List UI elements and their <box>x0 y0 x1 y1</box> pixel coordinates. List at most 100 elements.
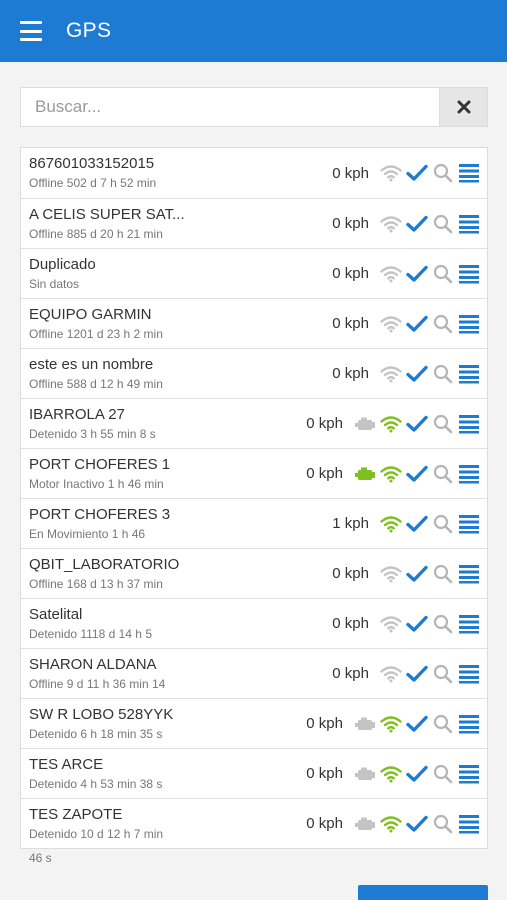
check-icon[interactable] <box>405 513 429 535</box>
details-list-icon[interactable] <box>457 763 481 785</box>
device-row[interactable]: PORT CHOFERES 1 Motor Inactivo 1 h 46 min… <box>21 448 487 498</box>
search-icon[interactable] <box>431 463 455 485</box>
device-info: IBARROLA 27 Detenido 3 h 55 min 8 s <box>29 406 306 442</box>
check-icon[interactable] <box>405 463 429 485</box>
device-name: TES ARCE <box>29 755 104 773</box>
signal-icon <box>379 713 403 735</box>
device-row[interactable]: QBIT_LABORATORIO Offline 168 d 13 h 37 mi… <box>21 548 487 598</box>
search-icon[interactable] <box>431 763 455 785</box>
search-icon[interactable] <box>431 162 455 184</box>
device-speed: 0 kph <box>332 265 369 282</box>
device-speed: 0 kph <box>332 365 369 382</box>
device-name: PORT CHOFERES 1 <box>29 455 171 473</box>
details-list-icon[interactable] <box>457 563 481 585</box>
details-list-icon[interactable] <box>457 513 481 535</box>
device-info: PORT CHOFERES 1 Motor Inactivo 1 h 46 min <box>29 456 306 492</box>
device-name: este es un nombre <box>29 355 154 373</box>
details-list-icon[interactable] <box>457 263 481 285</box>
device-info: este es un nombre Offline 588 d 12 h 49 m… <box>29 356 332 392</box>
details-list-icon[interactable] <box>457 313 481 335</box>
device-row[interactable]: EQUIPO GARMIN Offline 1201 d 23 h 2 min 0 … <box>21 298 487 348</box>
search-icon[interactable] <box>431 363 455 385</box>
details-list-icon[interactable] <box>457 813 481 835</box>
check-icon[interactable] <box>405 613 429 635</box>
device-status: Offline 502 d 7 h 52 min <box>29 176 157 190</box>
search-icon[interactable] <box>431 213 455 235</box>
device-actions: 0 kph <box>332 549 487 598</box>
check-icon[interactable] <box>405 563 429 585</box>
device-status: Detenido 6 h 18 min 35 s <box>29 726 163 741</box>
device-row[interactable]: 867601033152015 Offline 502 d 7 h 52 min 0… <box>21 148 487 198</box>
device-row[interactable]: este es un nombre Offline 588 d 12 h 49 m… <box>21 348 487 398</box>
details-list-icon[interactable] <box>457 413 481 435</box>
check-icon[interactable] <box>405 263 429 285</box>
signal-icon <box>379 463 403 485</box>
clear-search-button[interactable] <box>439 88 487 126</box>
device-row[interactable]: 46 s TES ZAPOTE Detenido 10 d 12 h 7 min 0 … <box>21 798 487 865</box>
device-actions: 0 kph <box>306 799 487 848</box>
signal-icon <box>379 763 403 785</box>
device-speed: 0 kph <box>306 765 343 782</box>
add-device-button[interactable] <box>358 885 488 900</box>
device-status-continued: 46 s <box>29 851 52 865</box>
check-icon[interactable] <box>405 813 429 835</box>
device-row[interactable]: Duplicado Sin datos 0 kph <box>21 248 487 298</box>
device-status: Detenido 10 d 12 h 7 min <box>29 826 164 841</box>
device-speed: 0 kph <box>332 615 369 632</box>
device-actions: 0 kph <box>332 249 487 298</box>
search-icon[interactable] <box>431 263 455 285</box>
signal-icon <box>379 513 403 535</box>
device-row[interactable]: A CELIS SUPER SAT... Offline 885 d 20 h 2… <box>21 198 487 248</box>
device-status: Detenido 1118 d 14 h 5 <box>29 626 152 641</box>
device-info: QBIT_LABORATORIO Offline 168 d 13 h 37 mi… <box>29 556 332 592</box>
device-speed: 0 kph <box>306 815 343 832</box>
engine-icon <box>353 463 377 485</box>
device-status: Offline 9 d 11 h 36 min 14 <box>29 676 166 691</box>
check-icon[interactable] <box>405 213 429 235</box>
device-speed: 0 kph <box>332 565 369 582</box>
engine-icon <box>353 813 377 835</box>
search-icon[interactable] <box>431 663 455 685</box>
signal-icon <box>379 263 403 285</box>
device-info: A CELIS SUPER SAT... Offline 885 d 20 h 2… <box>29 206 332 242</box>
device-row[interactable]: SHARON ALDANA Offline 9 d 11 h 36 min 14 0… <box>21 648 487 698</box>
device-speed: 0 kph <box>306 715 343 732</box>
details-list-icon[interactable] <box>457 213 481 235</box>
details-list-icon[interactable] <box>457 613 481 635</box>
check-icon[interactable] <box>405 713 429 735</box>
search-icon[interactable] <box>431 513 455 535</box>
check-icon[interactable] <box>405 313 429 335</box>
check-icon[interactable] <box>405 413 429 435</box>
details-list-icon[interactable] <box>457 713 481 735</box>
device-info: Satelital Detenido 1118 d 14 h 5 <box>29 606 332 642</box>
check-icon[interactable] <box>405 363 429 385</box>
details-list-icon[interactable] <box>457 363 481 385</box>
details-list-icon[interactable] <box>457 162 481 184</box>
check-icon[interactable] <box>405 162 429 184</box>
device-row[interactable]: IBARROLA 27 Detenido 3 h 55 min 8 s 0 kph <box>21 398 487 448</box>
device-actions: 0 kph <box>306 449 487 498</box>
search-icon[interactable] <box>431 613 455 635</box>
device-row[interactable]: PORT CHOFERES 3 En Movimiento 1 h 46 1 kph <box>21 498 487 548</box>
check-icon[interactable] <box>405 763 429 785</box>
hamburger-menu-icon[interactable] <box>20 21 42 41</box>
device-status: En Movimiento 1 h 46 <box>29 526 146 541</box>
signal-icon <box>379 413 403 435</box>
search-icon[interactable] <box>431 313 455 335</box>
search-input[interactable] <box>21 88 439 126</box>
search-icon[interactable] <box>431 713 455 735</box>
search-icon[interactable] <box>431 563 455 585</box>
check-icon[interactable] <box>405 663 429 685</box>
device-row[interactable]: TES ARCE Detenido 4 h 53 min 38 s 0 kph <box>21 748 487 798</box>
details-list-icon[interactable] <box>457 463 481 485</box>
device-row[interactable]: SW R LOBO 528YYK Detenido 6 h 18 min 35 s… <box>21 698 487 748</box>
device-status: Offline 588 d 12 h 49 min <box>29 376 163 391</box>
search-icon[interactable] <box>431 413 455 435</box>
search-icon[interactable] <box>431 813 455 835</box>
device-row[interactable]: Satelital Detenido 1118 d 14 h 5 0 kph <box>21 598 487 648</box>
device-name: 867601033152015 <box>29 155 155 172</box>
engine-icon <box>353 713 377 735</box>
details-list-icon[interactable] <box>457 663 481 685</box>
device-name: SW R LOBO 528YYK <box>29 705 174 723</box>
device-speed: 0 kph <box>332 315 369 332</box>
